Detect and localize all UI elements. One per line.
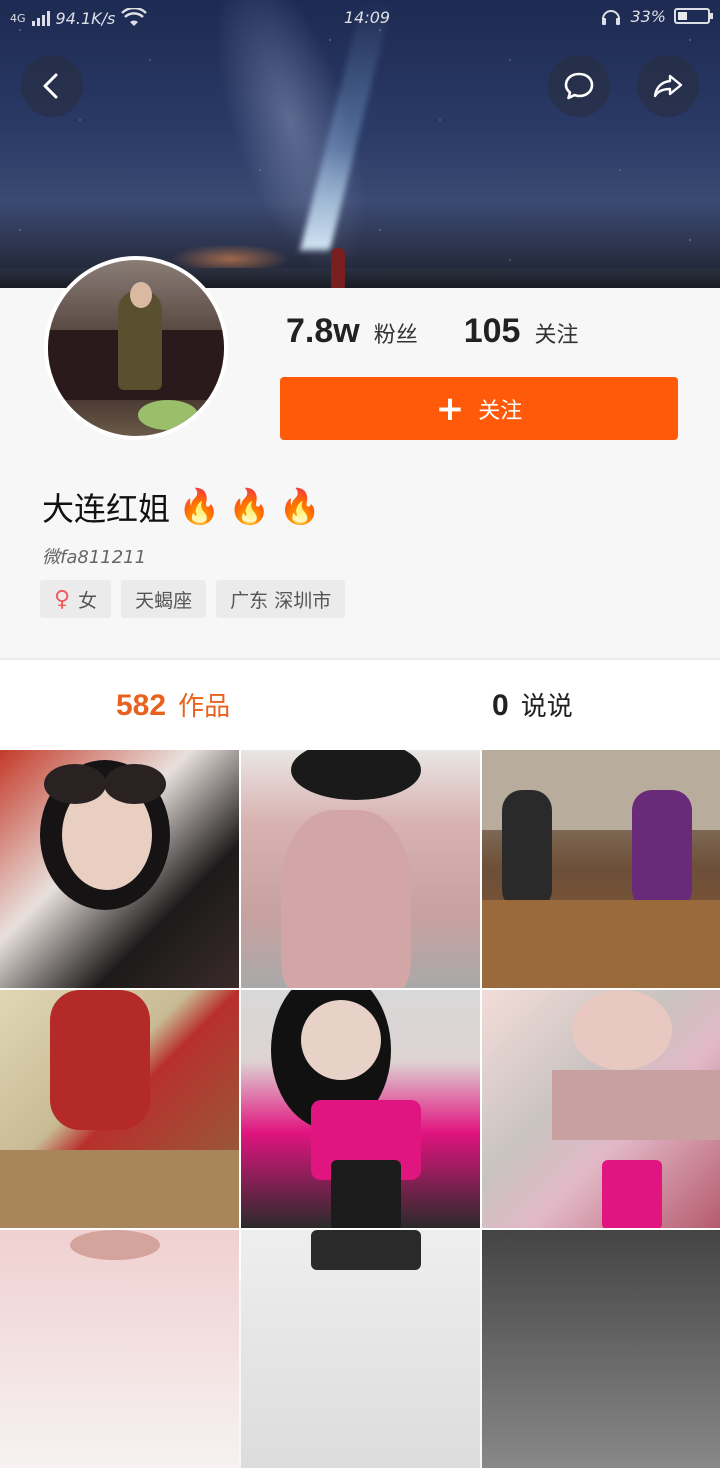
works-label: 作品 bbox=[178, 692, 231, 722]
user-handle: 微fa811211 bbox=[42, 547, 147, 568]
video-thumbnail[interactable] bbox=[241, 750, 480, 988]
fire-emoji: 🔥 bbox=[278, 487, 322, 527]
video-thumbnail[interactable] bbox=[241, 990, 480, 1228]
gender-text: 女 bbox=[78, 589, 98, 612]
share-arrow-icon bbox=[653, 74, 683, 98]
plus-icon: + bbox=[435, 388, 465, 429]
message-button[interactable] bbox=[548, 55, 610, 117]
back-button[interactable] bbox=[21, 55, 83, 117]
works-grid bbox=[0, 750, 720, 1468]
tab-works[interactable]: 582 作品 bbox=[116, 686, 230, 723]
zodiac-tag: 天蝎座 bbox=[121, 580, 207, 618]
network-speed: 94.1K/s bbox=[55, 8, 116, 28]
battery-icon bbox=[674, 8, 713, 24]
share-button[interactable] bbox=[637, 55, 699, 117]
location-tag: 广东 深圳市 bbox=[216, 580, 346, 618]
location-text: 广东 深圳市 bbox=[230, 589, 332, 612]
followers-count: 7.8w bbox=[286, 312, 360, 350]
fire-emoji: 🔥 bbox=[228, 487, 271, 527]
following-count: 105 bbox=[463, 312, 521, 350]
followers-label: 粉丝 bbox=[373, 323, 418, 348]
avatar[interactable] bbox=[44, 256, 228, 440]
posts-count: 0 bbox=[492, 689, 509, 722]
video-thumbnail[interactable] bbox=[482, 990, 720, 1228]
followers-stat[interactable]: 7.8w 粉丝 bbox=[286, 312, 418, 351]
video-thumbnail[interactable] bbox=[482, 750, 720, 988]
profile-stats: 7.8w 粉丝 105 关注 bbox=[286, 312, 578, 351]
profile-tags: ♀ 女 天蝎座 广东 深圳市 bbox=[40, 580, 346, 618]
network-type: 4G bbox=[10, 11, 26, 25]
gender-tag: ♀ 女 bbox=[40, 580, 112, 618]
video-thumbnail[interactable] bbox=[0, 1230, 239, 1468]
content-tabs: 582 作品 0 说说 bbox=[0, 660, 720, 750]
video-thumbnail[interactable] bbox=[241, 1230, 480, 1468]
battery-fill bbox=[678, 12, 687, 20]
nickname-text: 大连红姐 bbox=[42, 490, 171, 528]
signal-icon bbox=[31, 10, 50, 26]
status-right: 33% bbox=[600, 6, 713, 26]
nickname: 大连红姐 🔥 🔥 🔥 bbox=[42, 484, 321, 530]
status-left: 4G 94.1K/s bbox=[10, 8, 148, 28]
follow-button-label: 关注 bbox=[478, 398, 523, 424]
clock: 14:09 bbox=[344, 8, 391, 27]
following-stat[interactable]: 105 关注 bbox=[464, 312, 579, 351]
status-bar: 4G 94.1K/s 14:09 33% bbox=[0, 0, 720, 36]
following-label: 关注 bbox=[534, 323, 579, 348]
wifi-icon bbox=[121, 8, 148, 26]
follow-button[interactable]: + 关注 bbox=[280, 377, 678, 440]
chat-bubble-icon bbox=[564, 72, 594, 100]
battery-percent: 33% bbox=[630, 6, 666, 26]
posts-label: 说说 bbox=[520, 692, 573, 722]
person-silhouette bbox=[331, 248, 345, 288]
headset-icon bbox=[602, 10, 621, 25]
works-count: 582 bbox=[116, 689, 167, 722]
video-thumbnail[interactable] bbox=[0, 990, 239, 1228]
female-icon: ♀ bbox=[54, 586, 71, 612]
chevron-left-icon bbox=[43, 73, 58, 99]
fire-emoji: 🔥 bbox=[178, 487, 221, 527]
video-thumbnail[interactable] bbox=[482, 1230, 720, 1468]
tab-posts[interactable]: 0 说说 bbox=[492, 686, 573, 723]
video-thumbnail[interactable] bbox=[0, 750, 239, 988]
cover-image bbox=[0, 0, 720, 288]
zodiac-text: 天蝎座 bbox=[135, 589, 193, 612]
